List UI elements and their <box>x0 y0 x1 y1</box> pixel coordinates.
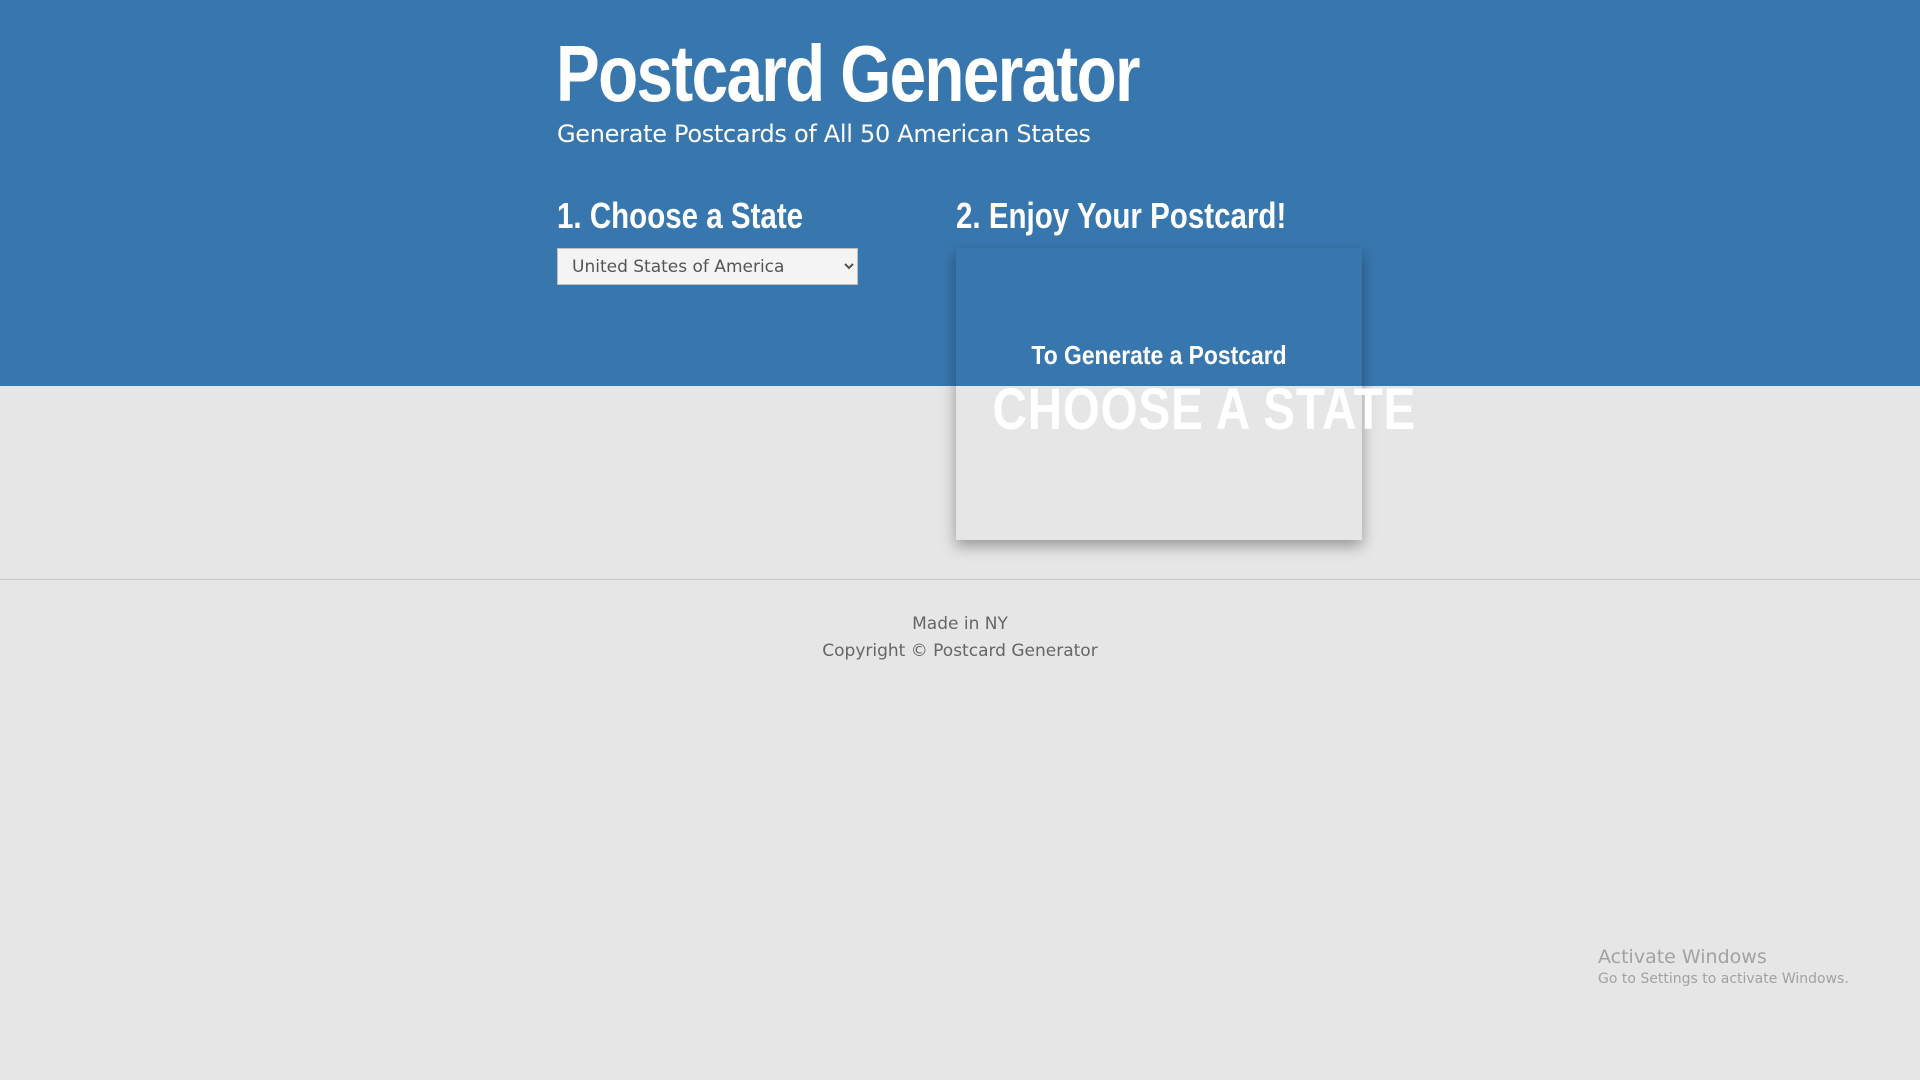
state-select[interactable]: United States of America <box>557 248 858 285</box>
page-subtitle: Generate Postcards of All 50 American St… <box>557 120 1091 148</box>
watermark-title: Activate Windows <box>1598 946 1767 968</box>
postcard-preview: To Generate a Postcard CHOOSE A STATE <box>956 248 1417 540</box>
watermark-subtitle: Go to Settings to activate Windows. <box>1598 971 1849 987</box>
activate-windows-watermark: Activate Windows Go to Settings to activ… <box>1598 945 1849 989</box>
step-2-heading: 2. Enjoy Your Postcard! <box>956 195 1287 236</box>
postcard-call-to-action: CHOOSE A STATE <box>992 377 1417 442</box>
footer-copyright: Copyright © Postcard Generator <box>822 641 1098 661</box>
footer-made-in: Made in NY <box>912 614 1008 634</box>
postcard-prompt-line: To Generate a Postcard <box>1031 340 1287 370</box>
step-1-heading: 1. Choose a State <box>557 195 804 236</box>
footer-divider <box>0 579 1920 580</box>
page-title: Postcard Generator <box>556 29 1141 118</box>
